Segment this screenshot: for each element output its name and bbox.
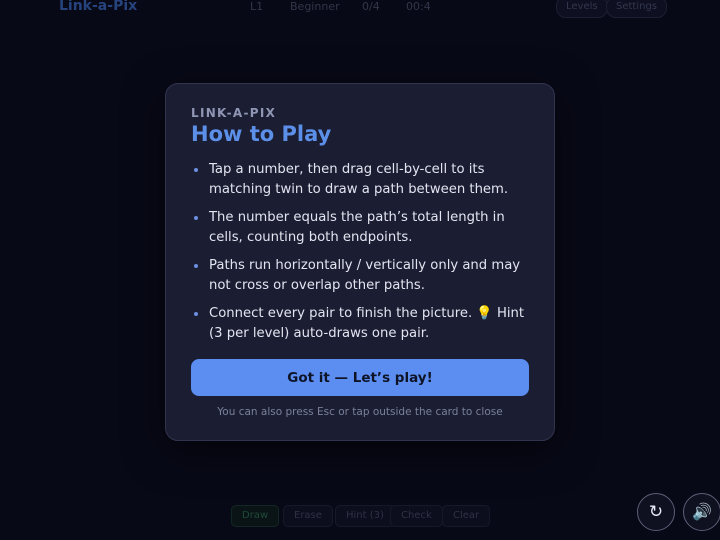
restart-icon: ↻ (648, 502, 664, 522)
bullet-icon (194, 168, 198, 172)
close-hint: You can also press Esc or tap outside th… (217, 406, 503, 418)
rule-text: Tap a number, then drag cell-by-cell to … (209, 162, 509, 197)
list-item: Connect every pair to finish the picture… (191, 304, 536, 344)
list-item: Paths run horizontally / vertically only… (191, 256, 536, 296)
bullet-icon (194, 216, 198, 220)
bullet-icon (194, 264, 198, 268)
list-item: The number equals the path’s total lengt… (191, 208, 536, 248)
got-it-button[interactable]: Got it — Let’s play! (191, 359, 529, 396)
rule-text: Connect every pair to finish the picture… (209, 306, 525, 341)
sound-button[interactable]: 🔊 (683, 493, 720, 531)
rule-text: The number equals the path’s total lengt… (209, 210, 505, 245)
list-item: Tap a number, then drag cell-by-cell to … (191, 160, 536, 200)
bullet-icon (194, 312, 198, 316)
rules-list: Tap a number, then drag cell-by-cell to … (191, 160, 536, 352)
rule-text: Paths run horizontally / vertically only… (209, 258, 521, 293)
dialog-eyebrow: LINK-A-PIX (191, 106, 277, 120)
restart-button[interactable]: ↻ (637, 493, 675, 531)
how-to-play-dialog: LINK-A-PIX How to Play Tap a number, the… (165, 83, 555, 441)
speaker-icon: 🔊 (692, 502, 712, 521)
dialog-title: How to Play (191, 122, 332, 146)
